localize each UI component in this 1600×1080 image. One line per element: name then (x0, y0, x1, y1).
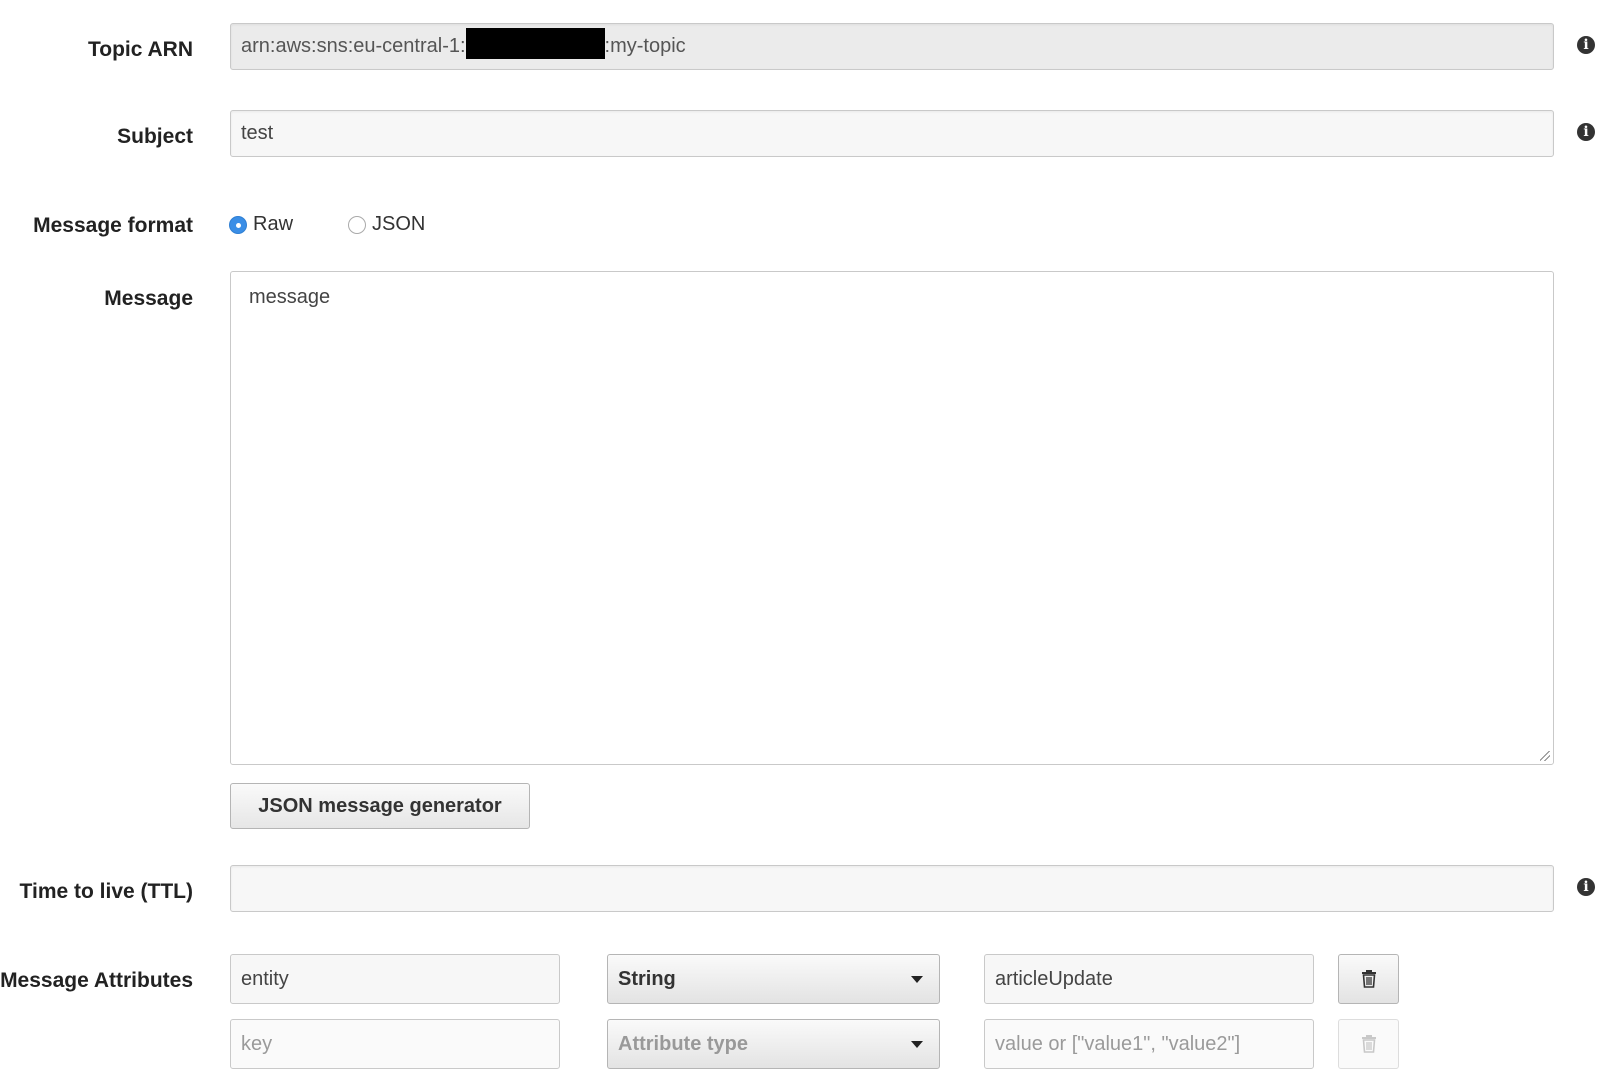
radio-raw[interactable]: Raw (229, 213, 293, 236)
attribute-type-select[interactable]: String (607, 954, 940, 1004)
attribute-value-input-empty[interactable]: value or ["value1", "value2"] (984, 1019, 1314, 1069)
caret-down-icon (911, 976, 923, 983)
trash-icon (1362, 1035, 1376, 1053)
ttl-input[interactable] (230, 865, 1554, 912)
attribute-type-placeholder: Attribute type (618, 1033, 748, 1055)
delete-attribute-button-disabled (1338, 1019, 1399, 1069)
redacted-account-id (465, 28, 605, 60)
attribute-key-input-empty[interactable]: key (230, 1019, 560, 1069)
ttl-label: Time to live (TTL) (19, 880, 193, 903)
message-text: message (249, 286, 331, 308)
topic-arn-label: Topic ARN (88, 38, 193, 61)
radio-raw-label: Raw (253, 213, 294, 235)
info-icon[interactable]: i (1577, 123, 1595, 141)
attribute-type-select-empty[interactable]: Attribute type (607, 1019, 940, 1069)
topic-arn-prefix: arn:aws:sns:eu-central-1: (241, 35, 466, 57)
radio-raw-button[interactable] (229, 215, 247, 234)
message-format-label: Message format (33, 214, 193, 237)
message-attributes-label: Message Attributes (0, 969, 193, 992)
subject-label: Subject (117, 125, 193, 148)
delete-attribute-button[interactable] (1338, 954, 1399, 1004)
radio-json-label: JSON (372, 213, 426, 235)
message-label: Message (104, 287, 193, 310)
resize-handle-icon[interactable] (1540, 751, 1550, 761)
caret-down-icon (911, 1041, 923, 1048)
json-message-generator-button[interactable]: JSON message generator (230, 783, 530, 829)
attribute-key-input[interactable]: entity (230, 954, 560, 1004)
topic-arn-field: arn:aws:sns:eu-central-1: :my-topic (230, 23, 1554, 70)
radio-json-button[interactable] (348, 215, 366, 234)
topic-arn-suffix: :my-topic (604, 35, 686, 57)
subject-input[interactable]: test (230, 110, 1554, 157)
trash-icon (1362, 970, 1376, 988)
radio-json[interactable]: JSON (348, 213, 425, 236)
attribute-type-value: String (618, 968, 676, 990)
message-textarea[interactable]: message (230, 271, 1554, 765)
info-icon[interactable]: i (1577, 36, 1595, 54)
attribute-value-input[interactable]: articleUpdate (984, 954, 1314, 1004)
info-icon[interactable]: i (1577, 878, 1595, 896)
